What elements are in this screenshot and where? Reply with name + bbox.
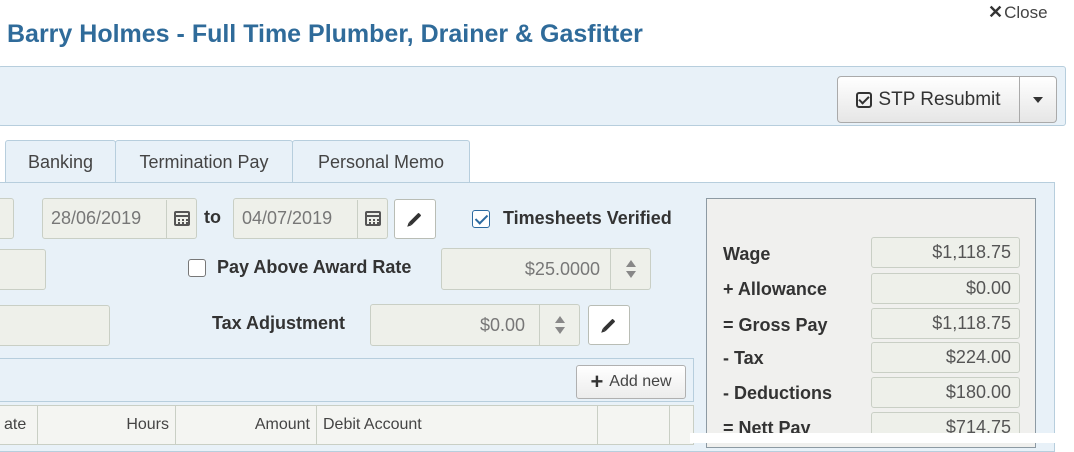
award-rate-input[interactable]: $25.0000 (441, 248, 651, 290)
summary-label-tax: - Tax (723, 348, 764, 368)
summary-value-gross-pay: $1,118.75 (871, 308, 1020, 339)
check-square-icon (856, 91, 873, 108)
pay-above-award-checkbox[interactable] (188, 259, 206, 277)
bottom-edge (690, 433, 1074, 443)
pay-above-award-label: Pay Above Award Rate (217, 257, 412, 277)
column-header-debit-account[interactable]: Debit Account (317, 405, 598, 445)
column-label: Hours (126, 416, 169, 433)
close-button[interactable]: ✕Close (988, 2, 1048, 23)
tab-label: Banking (27, 151, 94, 172)
column-label: Debit Account (323, 416, 422, 433)
stp-dropdown-toggle[interactable] (1020, 76, 1057, 123)
summary-value-deductions: $180.00 (871, 377, 1020, 408)
tab-termination-pay[interactable]: Termination Pay (115, 140, 293, 183)
chevron-up-icon (625, 260, 636, 267)
title-separator: - (176, 20, 185, 48)
column-label: ate (4, 416, 27, 433)
plus-icon: + (590, 369, 604, 394)
award-rate-stepper[interactable] (610, 249, 650, 289)
add-new-button[interactable]: + Add new (576, 365, 686, 399)
summary-label-wage: Wage (723, 244, 771, 264)
from-date-value: 28/06/2019 (51, 208, 142, 228)
tab-label: Personal Memo (317, 151, 445, 172)
summary-label-deductions: - Deductions (723, 383, 833, 403)
chevron-down-icon (1033, 96, 1043, 103)
summary-value-wage: $1,118.75 (871, 237, 1020, 268)
chevron-up-icon (554, 316, 565, 323)
tax-adjustment-label: Tax Adjustment (212, 313, 346, 333)
edit-tax-adjustment-button[interactable] (588, 305, 630, 345)
stp-resubmit-button[interactable]: STP Resubmit (837, 76, 1020, 123)
tab-label: Termination Pay (139, 151, 269, 172)
chevron-down-icon (554, 327, 565, 334)
pencil-icon (408, 212, 422, 226)
add-new-label: Add new (609, 373, 672, 390)
summary-value-tax: $224.00 (871, 342, 1020, 373)
timesheets-verified-checkbox[interactable] (472, 210, 490, 228)
timesheets-verified-label: Timesheets Verified (503, 208, 672, 228)
stp-resubmit-button-group: STP Resubmit (837, 76, 1057, 123)
tax-adjustment-value: $0.00 (479, 314, 525, 335)
employee-name: Barry Holmes (7, 20, 170, 48)
close-label: Close (1004, 3, 1048, 22)
page-title: Barry Holmes - Full Time Plumber, Draine… (7, 20, 643, 49)
chevron-down-icon (625, 271, 636, 278)
close-icon: ✕ (988, 2, 1004, 22)
field-partial-3[interactable] (0, 305, 110, 346)
to-label: to (204, 207, 221, 227)
column-label: Amount (254, 416, 310, 433)
summary-label-allowance: + Allowance (723, 279, 827, 299)
award-rate-value: $25.0000 (524, 258, 600, 279)
summary-value-allowance: $0.00 (871, 273, 1020, 304)
summary-label-gross-pay: = Gross Pay (723, 315, 828, 335)
edit-period-button[interactable] (394, 199, 436, 239)
tab-personal-memo[interactable]: Personal Memo (292, 140, 470, 183)
to-date-calendar-button[interactable] (357, 199, 387, 238)
column-header-extra (598, 405, 670, 445)
stp-resubmit-label: STP Resubmit (878, 88, 1001, 110)
tax-adjustment-stepper[interactable] (539, 305, 579, 345)
period-from-date-input[interactable]: 28/06/2019 (42, 198, 197, 239)
tab-banking[interactable]: Banking (5, 140, 116, 183)
calendar-icon (173, 211, 190, 226)
tax-adjustment-input[interactable]: $0.00 (370, 304, 580, 346)
column-header-amount[interactable]: Amount (176, 405, 317, 445)
from-date-calendar-button[interactable] (166, 199, 196, 238)
calendar-icon (364, 211, 381, 226)
employee-role: Full Time Plumber, Drainer & Gasfitter (191, 20, 643, 48)
column-header-rate[interactable]: ate (0, 405, 38, 445)
field-partial-2[interactable] (0, 249, 46, 290)
to-date-value: 04/07/2019 (242, 208, 333, 228)
pencil-icon (602, 318, 616, 332)
column-header-hours[interactable]: Hours (38, 405, 176, 445)
period-field-partial[interactable] (0, 198, 14, 239)
period-to-date-input[interactable]: 04/07/2019 (233, 198, 388, 239)
